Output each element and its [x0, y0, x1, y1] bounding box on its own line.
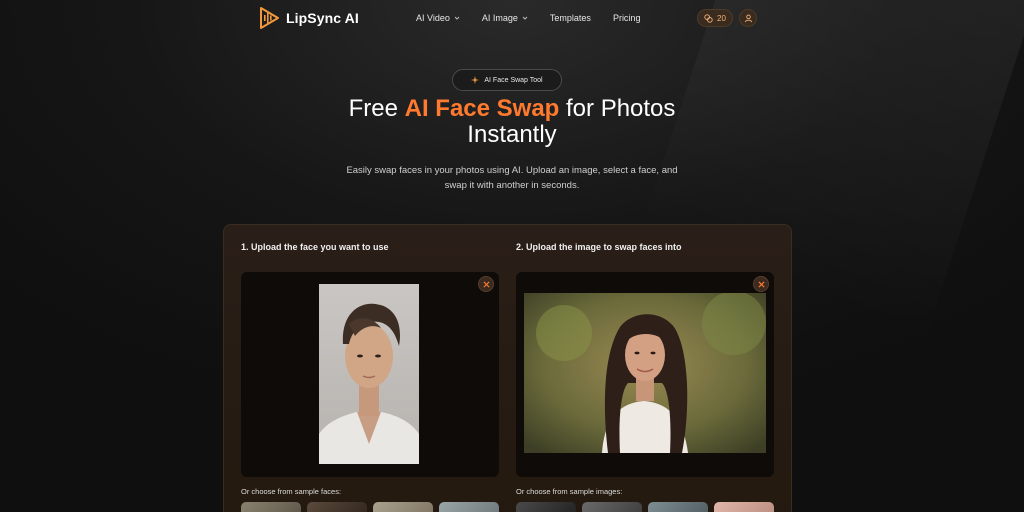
sample-face-thumbnail[interactable] — [439, 502, 499, 512]
sample-image-thumbnail[interactable] — [648, 502, 708, 512]
remove-face-button[interactable] — [478, 276, 494, 292]
user-icon — [744, 14, 752, 22]
menu-item-label: AI Video — [416, 13, 450, 23]
title-suffix: for Photos — [559, 95, 676, 122]
face-upload-area[interactable] — [241, 272, 499, 477]
target-upload-area[interactable] — [516, 272, 774, 477]
menu-item-label: AI Image — [481, 13, 518, 23]
logo-text: LipSync AI — [286, 10, 359, 26]
title-line-2: Instantly — [467, 121, 557, 148]
sample-face-thumbnail[interactable] — [307, 502, 367, 512]
menu-item-label: Pricing — [612, 13, 641, 23]
close-icon — [482, 280, 490, 288]
credits-button[interactable]: 20 — [697, 9, 733, 27]
sparkle-icon — [471, 76, 480, 84]
sample-images-label: Or choose from sample images: — [516, 487, 623, 496]
page-title: Free AI Face Swap for Photos Instantly — [0, 96, 1024, 148]
uploaded-target-photo — [524, 293, 766, 453]
chevron-down-icon — [522, 16, 528, 20]
menu-item-label: Templates — [549, 13, 591, 23]
user-menu-button[interactable] — [739, 9, 757, 27]
page-subtitle: Easily swap faces in your photos using A… — [346, 165, 678, 191]
chevron-down-icon — [454, 16, 460, 20]
credits-count: 20 — [717, 13, 726, 23]
coins-icon — [704, 13, 713, 23]
step-1-label: 1. Upload the face you want to use — [241, 242, 389, 252]
tool-badge: AI Face Swap Tool — [452, 69, 562, 91]
menu-item-pricing[interactable]: Pricing — [613, 13, 641, 23]
menu-item-ai-image[interactable]: AI Image — [482, 13, 528, 23]
face-swap-panel: 1. Upload the face you want to use Or ch… — [223, 224, 792, 512]
main-menu: AI Video AI Image Templates Pricing — [416, 13, 640, 23]
sample-face-thumbnail[interactable] — [241, 502, 301, 512]
remove-target-button[interactable] — [753, 276, 769, 292]
logo[interactable]: LipSync AI — [258, 6, 359, 30]
badge-label: AI Face Swap Tool — [484, 76, 543, 84]
sample-image-thumbnail[interactable] — [582, 502, 642, 512]
top-navigation: LipSync AI AI Video AI Image Templates P… — [0, 0, 1024, 38]
menu-item-templates[interactable]: Templates — [550, 13, 591, 23]
close-icon — [757, 280, 765, 288]
sample-image-thumbnail[interactable] — [516, 502, 576, 512]
step-2-label: 2. Upload the image to swap faces into — [516, 242, 682, 252]
logo-icon — [260, 7, 279, 29]
sample-image-thumbnail[interactable] — [714, 502, 774, 512]
menu-item-ai-video[interactable]: AI Video — [416, 13, 460, 23]
uploaded-face-photo — [319, 284, 419, 464]
sample-face-thumbnail[interactable] — [373, 502, 433, 512]
sample-faces-label: Or choose from sample faces: — [241, 487, 342, 496]
title-prefix: Free — [348, 95, 405, 122]
title-accent: AI Face Swap — [404, 95, 560, 122]
